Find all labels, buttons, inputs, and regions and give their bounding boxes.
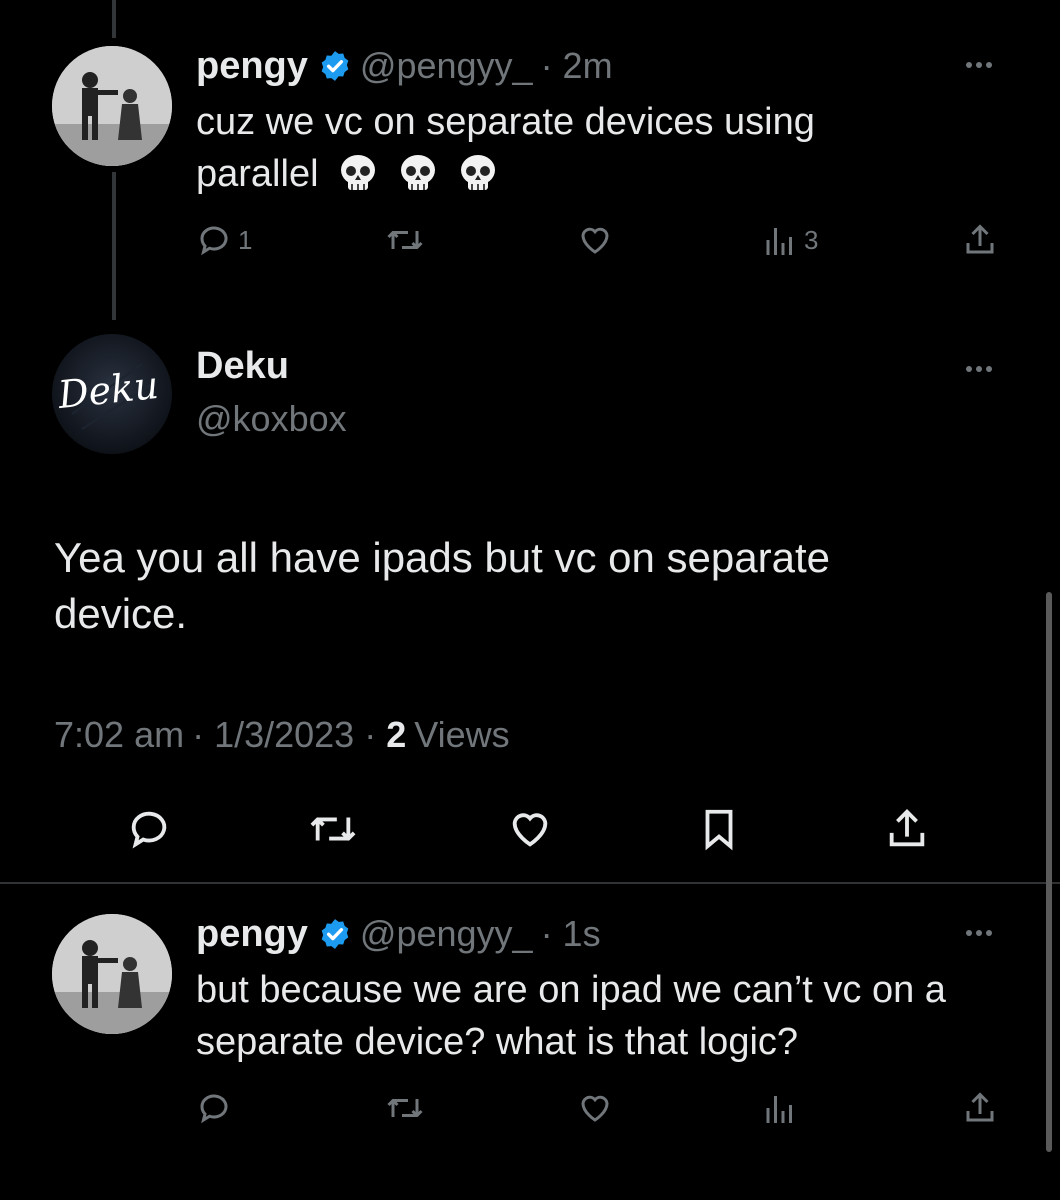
author-handle[interactable]: @pengyy_ xyxy=(360,913,533,955)
main-tweet-line-2: device. xyxy=(54,590,188,637)
reply-button[interactable] xyxy=(126,806,172,852)
divider xyxy=(0,882,1060,884)
tweet-date[interactable]: · 1/3/2023 · xyxy=(192,714,376,756)
views-count: 2 xyxy=(386,714,407,755)
like-button[interactable] xyxy=(506,806,554,852)
main-tweet-text: Yea you all have ipads but vc on separat… xyxy=(54,530,1014,642)
main-tweet-line-1: Yea you all have ipads but vc on separat… xyxy=(54,534,830,581)
tweet-text: but because we are on ipad we can’t vc o… xyxy=(196,964,1036,1068)
author-name[interactable]: Deku xyxy=(196,345,289,388)
reply-button[interactable]: 1 xyxy=(196,222,252,258)
share-button[interactable] xyxy=(962,222,998,258)
retweet-button[interactable] xyxy=(385,222,425,258)
bookmark-button[interactable] xyxy=(696,806,742,852)
like-button[interactable] xyxy=(576,1090,614,1126)
tweet-time[interactable]: 7:02 am xyxy=(54,714,184,756)
author-handle[interactable]: @pengyy_ xyxy=(360,45,533,87)
tweet-meta: 7:02 am · 1/3/2023 · 2 Views xyxy=(54,714,510,756)
tweet-text: cuz we vc on separate devices using para… xyxy=(196,96,1016,200)
tweet-text-line-2: separate device? what is that logic? xyxy=(196,1021,799,1063)
like-icon xyxy=(581,227,609,254)
skull-emoji xyxy=(460,155,495,190)
more-icon[interactable] xyxy=(966,930,992,936)
verified-badge-icon xyxy=(321,51,349,81)
share-icon xyxy=(966,224,994,254)
tweet-text-line-2: parallel xyxy=(196,153,319,195)
like-icon xyxy=(512,813,548,847)
more-icon[interactable] xyxy=(966,62,992,68)
views-count: 3 xyxy=(804,224,819,255)
views-button[interactable]: 3 xyxy=(762,222,818,258)
thread-line-top xyxy=(112,0,116,38)
bookmark-icon xyxy=(705,809,733,851)
share-button[interactable] xyxy=(962,1090,998,1126)
retweet-button[interactable] xyxy=(385,1090,425,1126)
reply-icon xyxy=(131,811,167,849)
tweet-time[interactable]: · 1s xyxy=(541,913,601,955)
share-icon xyxy=(966,1092,994,1122)
reply-button[interactable] xyxy=(196,1090,232,1126)
skull-emoji xyxy=(400,155,435,190)
views-button[interactable] xyxy=(762,1090,798,1126)
like-button[interactable] xyxy=(576,222,614,258)
silhouette-photo-icon xyxy=(52,46,172,166)
author-handle[interactable]: @koxbox xyxy=(196,398,347,440)
tweet-text-line-1: cuz we vc on separate devices using xyxy=(196,101,815,143)
skull-emoji xyxy=(340,155,375,190)
reply-count: 1 xyxy=(238,224,253,255)
retweet-icon xyxy=(387,1099,423,1117)
reply-icon xyxy=(200,226,228,256)
more-icon[interactable] xyxy=(966,366,992,372)
tweet-time[interactable]: · 2m xyxy=(541,45,613,87)
share-icon xyxy=(889,809,925,847)
avatar-pengy[interactable] xyxy=(52,46,172,166)
silhouette-photo-icon xyxy=(52,914,172,1034)
reply-icon xyxy=(200,1094,228,1124)
scrollbar[interactable] xyxy=(1046,592,1052,1152)
like-icon xyxy=(581,1095,609,1122)
tweet-text-line-1: but because we are on ipad we can’t vc o… xyxy=(196,969,946,1011)
views-label: Views xyxy=(414,714,510,755)
share-button[interactable] xyxy=(884,806,930,852)
views-icon xyxy=(766,228,792,255)
avatar-pengy[interactable] xyxy=(52,914,172,1034)
verified-badge-icon xyxy=(321,919,349,949)
author-name[interactable]: pengy xyxy=(196,45,308,88)
thread-line-mid xyxy=(112,172,116,320)
author-name[interactable]: pengy xyxy=(196,913,308,956)
retweet-icon xyxy=(387,231,423,249)
views-icon xyxy=(766,1096,792,1123)
retweet-button[interactable] xyxy=(308,806,358,852)
retweet-icon xyxy=(310,817,356,841)
